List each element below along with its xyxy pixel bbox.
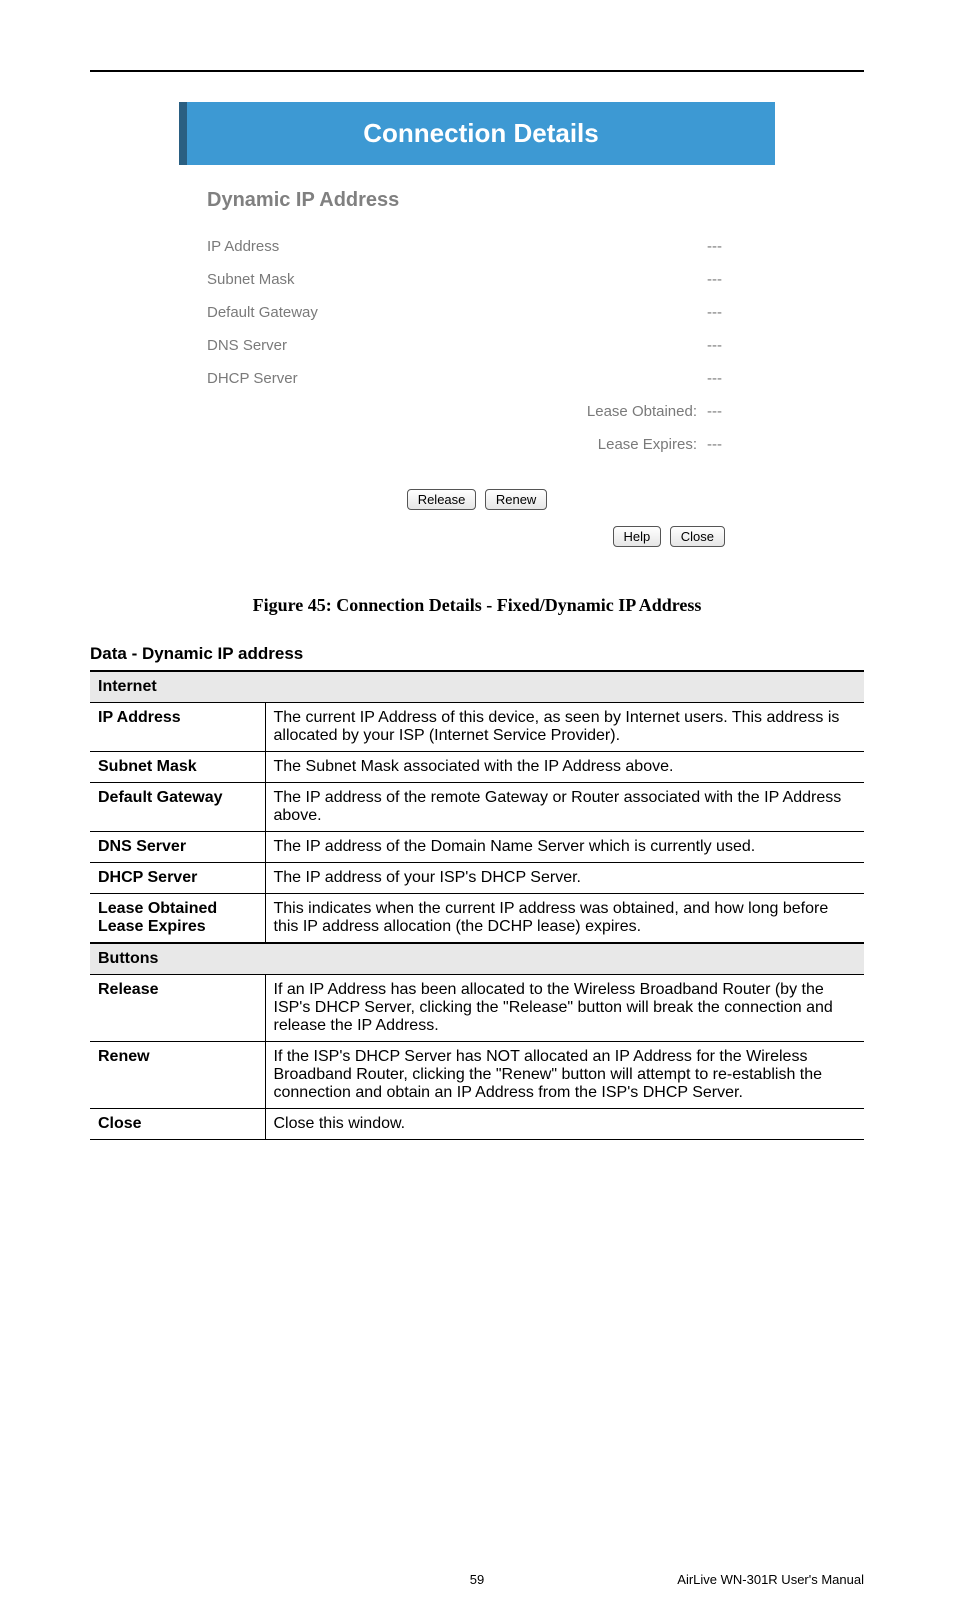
row-desc: The current IP Address of this device, a… xyxy=(265,703,864,752)
group-label-buttons: Buttons xyxy=(90,943,864,975)
row-label: DNS Server xyxy=(90,832,265,863)
label-default-gateway: Default Gateway xyxy=(207,296,707,329)
label-lease-expires: Lease Expires: xyxy=(207,428,707,461)
row-label: Close xyxy=(90,1109,265,1140)
row-desc: Close this window. xyxy=(265,1109,864,1140)
row-desc: The IP address of the Domain Name Server… xyxy=(265,832,864,863)
table-row: DNS Server The IP address of the Domain … xyxy=(90,832,864,863)
row-label: Release xyxy=(90,975,265,1042)
value-dhcp-server: --- xyxy=(707,362,747,395)
section-heading: Data - Dynamic IP address xyxy=(90,644,864,664)
table-row: Lease Obtained Lease Expires This indica… xyxy=(90,894,864,944)
connection-details-dialog: Connection Details Dynamic IP Address IP… xyxy=(179,102,775,565)
row-lease-expires: Lease Expires: --- xyxy=(207,428,747,461)
button-row-secondary: Help Close xyxy=(207,526,747,547)
dialog-subtitle: Dynamic IP Address xyxy=(207,189,747,212)
row-label: Lease Obtained Lease Expires xyxy=(90,894,265,944)
figure-caption: Figure 45: Connection Details - Fixed/Dy… xyxy=(90,595,864,616)
table-row: Renew If the ISP's DHCP Server has NOT a… xyxy=(90,1042,864,1109)
row-label: Default Gateway xyxy=(90,783,265,832)
row-default-gateway: Default Gateway --- xyxy=(207,296,747,329)
release-button[interactable]: Release xyxy=(407,489,477,510)
button-row-main: Release Renew xyxy=(207,489,747,510)
close-button[interactable]: Close xyxy=(670,526,725,547)
row-dns-server: DNS Server --- xyxy=(207,329,747,362)
table-row: IP Address The current IP Address of thi… xyxy=(90,703,864,752)
row-desc: The Subnet Mask associated with the IP A… xyxy=(265,752,864,783)
label-subnet-mask: Subnet Mask xyxy=(207,263,707,296)
manual-title: AirLive WN-301R User's Manual xyxy=(677,1572,864,1587)
label-dhcp-server: DHCP Server xyxy=(207,362,707,395)
row-lease-obtained: Lease Obtained: --- xyxy=(207,395,747,428)
table-row: Subnet Mask The Subnet Mask associated w… xyxy=(90,752,864,783)
table-row: Default Gateway The IP address of the re… xyxy=(90,783,864,832)
group-label-internet: Internet xyxy=(90,671,864,703)
row-label: Subnet Mask xyxy=(90,752,265,783)
top-rule xyxy=(90,70,864,72)
row-ip-address: IP Address --- xyxy=(207,230,747,263)
group-header-buttons: Buttons xyxy=(90,943,864,975)
row-desc: This indicates when the current IP addre… xyxy=(265,894,864,944)
row-desc: The IP address of your ISP's DHCP Server… xyxy=(265,863,864,894)
row-desc: If the ISP's DHCP Server has NOT allocat… xyxy=(265,1042,864,1109)
value-ip-address: --- xyxy=(707,230,747,263)
renew-button[interactable]: Renew xyxy=(485,489,547,510)
label-ip-address: IP Address xyxy=(207,230,707,263)
page-number: 59 xyxy=(470,1572,484,1587)
row-subnet-mask: Subnet Mask --- xyxy=(207,263,747,296)
group-header-internet: Internet xyxy=(90,671,864,703)
help-button[interactable]: Help xyxy=(613,526,662,547)
ip-details-table: IP Address --- Subnet Mask --- Default G… xyxy=(207,230,747,461)
table-row: Release If an IP Address has been alloca… xyxy=(90,975,864,1042)
value-default-gateway: --- xyxy=(707,296,747,329)
value-lease-expires: --- xyxy=(707,428,747,461)
row-desc: If an IP Address has been allocated to t… xyxy=(265,975,864,1042)
row-desc: The IP address of the remote Gateway or … xyxy=(265,783,864,832)
value-dns-server: --- xyxy=(707,329,747,362)
label-dns-server: DNS Server xyxy=(207,329,707,362)
row-label: DHCP Server xyxy=(90,863,265,894)
row-label: Renew xyxy=(90,1042,265,1109)
data-table: Internet IP Address The current IP Addre… xyxy=(90,670,864,1140)
table-row: Close Close this window. xyxy=(90,1109,864,1140)
row-dhcp-server: DHCP Server --- xyxy=(207,362,747,395)
label-lease-obtained: Lease Obtained: xyxy=(207,395,707,428)
row-label: IP Address xyxy=(90,703,265,752)
table-row: DHCP Server The IP address of your ISP's… xyxy=(90,863,864,894)
value-lease-obtained: --- xyxy=(707,395,747,428)
value-subnet-mask: --- xyxy=(707,263,747,296)
dialog-title: Connection Details xyxy=(179,102,775,165)
